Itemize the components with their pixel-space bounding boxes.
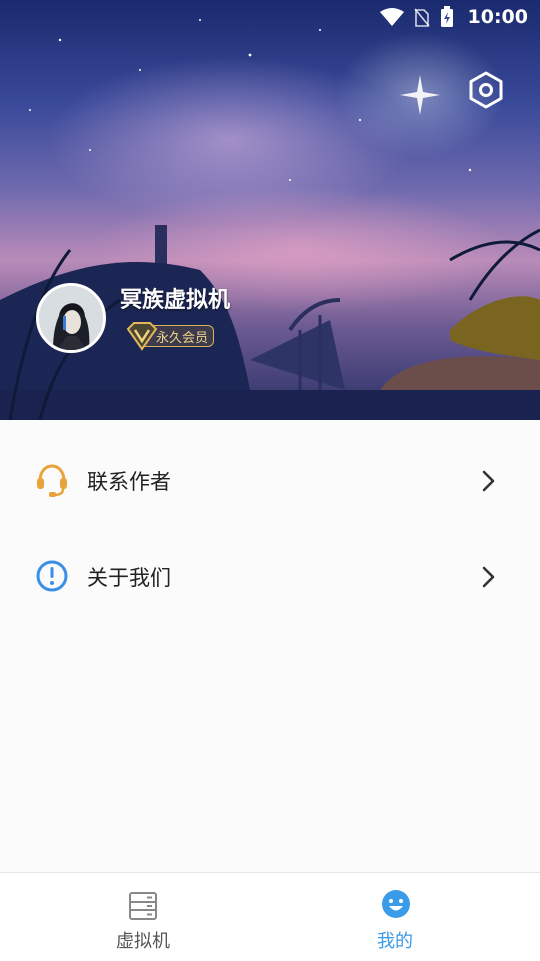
- avatar[interactable]: [36, 283, 106, 353]
- bottom-nav: 虚拟机 我的: [0, 872, 540, 961]
- wifi-icon: [380, 8, 404, 26]
- vip-badge-label: 永久会员: [156, 331, 209, 346]
- avatar-portrait: [39, 286, 103, 350]
- status-bar: 10:00: [0, 0, 540, 36]
- profile-header: 10:00 冥族虚拟机 永久会员: [0, 0, 540, 420]
- smile-face-icon: [382, 890, 410, 918]
- header-background-art: [0, 19, 540, 420]
- menu-item-label: 联系作者: [87, 470, 171, 494]
- chevron-right-icon: [482, 566, 495, 588]
- settings-button[interactable]: [466, 70, 506, 110]
- menu-item-label: 关于我们: [87, 566, 171, 590]
- status-time: 10:00: [467, 6, 528, 28]
- no-sim-icon: [414, 8, 430, 27]
- settings-hexagon-icon: [469, 71, 503, 109]
- vip-diamond-icon: [126, 322, 158, 351]
- headset-icon: [37, 464, 67, 497]
- tab-mine[interactable]: 我的: [260, 873, 530, 961]
- server-stack-icon: [129, 892, 157, 920]
- battery-charging-icon: [441, 6, 453, 27]
- vip-badge: 永久会员: [126, 321, 216, 351]
- menu-item-about-us[interactable]: 关于我们: [0, 528, 540, 624]
- chevron-right-icon: [482, 470, 495, 492]
- tab-label: 虚拟机: [116, 931, 170, 952]
- tab-virtual-machine[interactable]: 虚拟机: [8, 873, 278, 961]
- username: 冥族虚拟机: [120, 288, 231, 313]
- tab-label: 我的: [377, 931, 413, 952]
- status-icons: [380, 6, 454, 28]
- info-circle-icon: [36, 560, 68, 592]
- menu-item-contact-author[interactable]: 联系作者: [0, 432, 540, 528]
